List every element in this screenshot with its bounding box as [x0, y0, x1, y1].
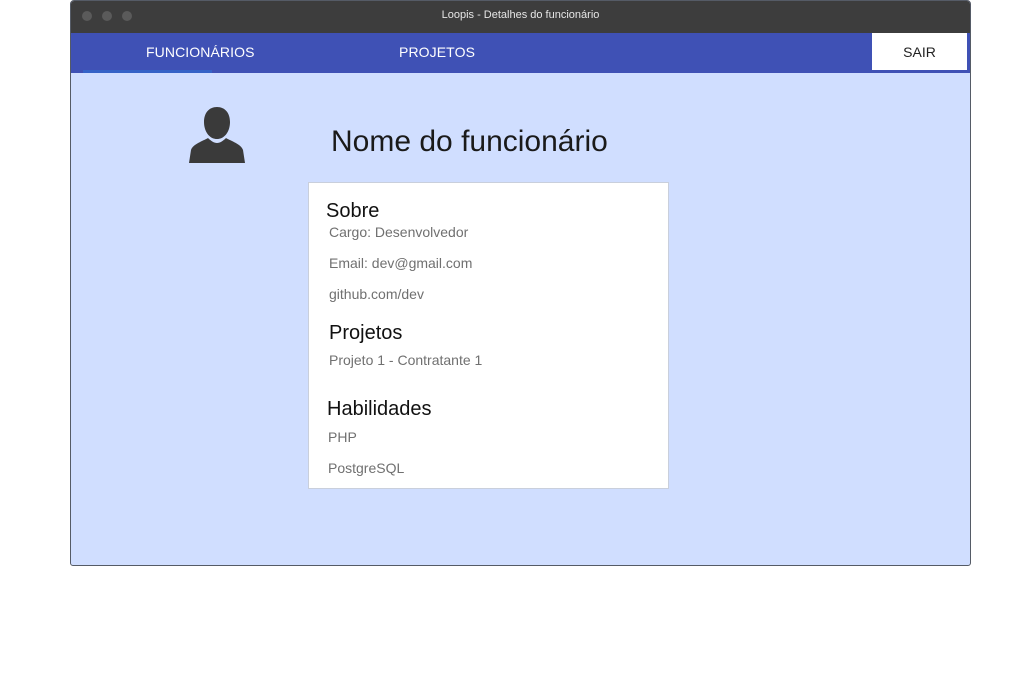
window-title: Loopis - Detalhes do funcionário: [441, 9, 600, 21]
employee-details-card: Sobre Cargo: Desenvolvedor Email: dev@gm…: [308, 182, 669, 489]
github-text: github.com/dev: [329, 286, 424, 302]
active-tab-indicator: [83, 70, 212, 73]
skill-list-item: PHP: [328, 429, 357, 445]
skills-section-title: Habilidades: [327, 398, 432, 420]
tab-projetos[interactable]: PROJETOS: [399, 44, 475, 60]
app-window: Loopis - Detalhes do funcionário FUNCION…: [70, 0, 971, 566]
user-silhouette-icon: [189, 107, 245, 163]
top-navbar: FUNCIONÁRIOS PROJETOS SAIR: [71, 33, 970, 73]
about-section-title: Sobre: [326, 200, 380, 222]
window-titlebar: Loopis - Detalhes do funcionário: [71, 1, 970, 33]
skill-list-item: PostgreSQL: [328, 460, 405, 476]
employee-name-title: Nome do funcionário: [331, 125, 608, 158]
role-text: Cargo: Desenvolvedor: [329, 224, 469, 240]
logout-button[interactable]: SAIR: [872, 33, 967, 70]
project-list-item: Projeto 1 - Contratante 1: [329, 352, 483, 368]
tab-funcionarios[interactable]: FUNCIONÁRIOS: [146, 44, 255, 60]
projects-section-title: Projetos: [329, 322, 403, 344]
email-text: Email: dev@gmail.com: [329, 255, 473, 271]
